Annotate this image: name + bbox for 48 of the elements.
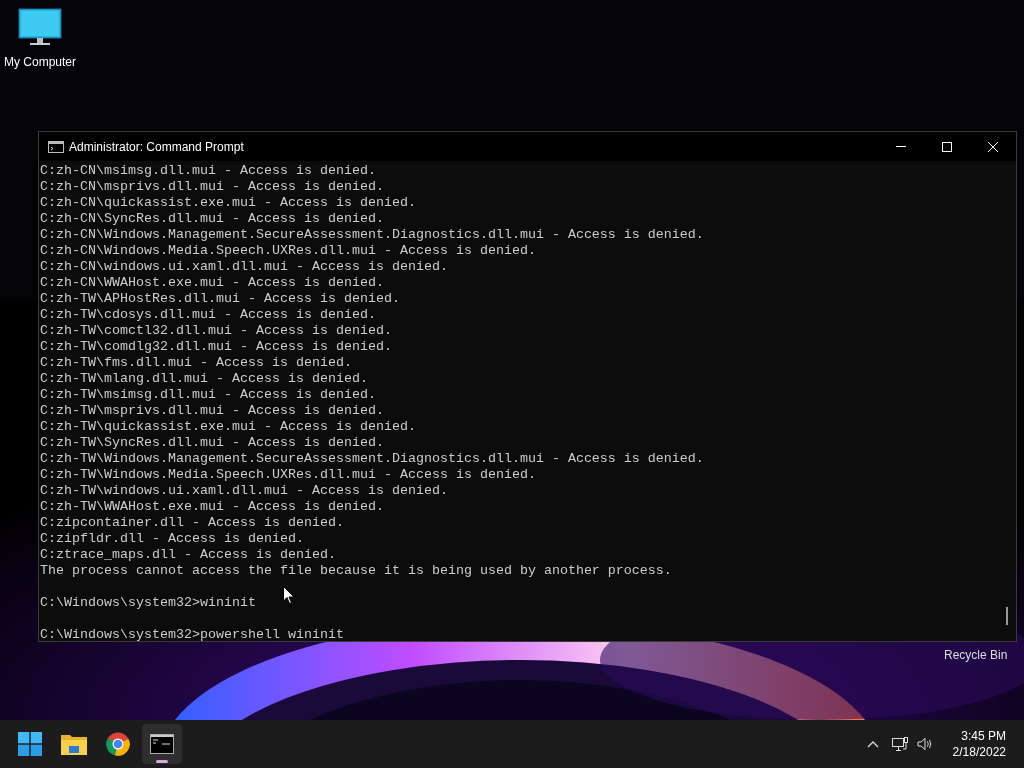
console-line: C:zh-TW\quickassist.exe.mui - Access is denied. — [40, 419, 416, 435]
console-line: C:zh-CN\SyncRes.dll.mui - Access is denied. — [40, 211, 384, 227]
scrollbar-thumb[interactable] — [1006, 607, 1008, 625]
taskbar-app-button[interactable] — [142, 724, 182, 764]
network-icon[interactable] — [891, 736, 909, 752]
console-line: C:zh-CN\msprivs.dll.mui - Access is denied. — [40, 179, 384, 195]
console-line: C:zh-TW\mlang.dll.mui - Access is denied. — [40, 371, 368, 387]
console-line: C:zh-TW\SyncRes.dll.mui - Access is denied. — [40, 435, 384, 451]
console-line: C:zh-TW\windows.ui.xaml.dll.mui - Access is denied. — [40, 483, 448, 499]
speaker-icon[interactable] — [916, 737, 934, 751]
console-line: C:zh-TW\cdosys.dll.mui - Access is denied. — [40, 307, 376, 323]
console-line: C:zh-CN\windows.ui.xaml.dll.mui - Access is denied. — [40, 259, 448, 275]
console-line: C:zh-CN\quickassist.exe.mui - Access is denied. — [40, 195, 416, 211]
desktop-icon-label[interactable]: Recycle Bin — [944, 646, 1008, 664]
minimize-icon — [896, 146, 906, 147]
chevron-up-icon[interactable] — [866, 740, 879, 748]
console-line: C:zh-CN\Windows.Media.Speech.UXRes.dll.mui - Access is denied. — [40, 243, 536, 259]
console-line: C:zh-TW\Windows.Media.Speech.UXRes.dll.mui - Access is denied. — [40, 467, 536, 483]
console-icon — [48, 140, 64, 153]
console-line: C:\Windows\system32>powershell wininit — [40, 627, 344, 641]
maximize-icon — [942, 141, 952, 152]
console-line: C:zh-TW\WWAHost.exe.mui - Access is denied. — [40, 499, 384, 515]
close-icon — [988, 141, 998, 152]
desktop-icon-label[interactable]: My Computer — [4, 53, 76, 71]
console-line: C:zh-CN\WWAHost.exe.mui - Access is denied. — [40, 275, 384, 291]
windows-logo-icon — [18, 732, 42, 756]
console-line: C:zh-TW\comdlg32.dll.mui - Access is denied. — [40, 339, 392, 355]
terminal-icon — [150, 734, 174, 754]
console-line: C:zh-TW\msprivs.dll.mui - Access is denied. — [40, 403, 384, 419]
console-line: C:zipfldr.dll - Access is denied. — [40, 531, 304, 547]
console-line: C:zh-TW\comctl32.dll.mui - Access is denied. — [40, 323, 392, 339]
console-line: C:zh-CN\Windows.Management.SecureAssessment.Diagnostics.dll.mui - Access is denied. — [40, 227, 704, 243]
console-line: C:zh-TW\APHostRes.dll.mui - Access is denied. — [40, 291, 400, 307]
console-line: C:\Windows\system32>wininit — [40, 595, 256, 611]
monitor-icon[interactable] — [18, 8, 62, 48]
mouse-cursor-icon — [283, 586, 295, 605]
console-line: The process cannot access the file because it is being used by another process. — [40, 563, 672, 579]
console-line: C:zipcontainer.dll - Access is denied. — [40, 515, 344, 531]
console-line: C:zh-TW\fms.dll.mui - Access is denied. — [40, 355, 352, 371]
console-line: C:zh-TW\Windows.Management.SecureAssessment.Diagnostics.dll.mui - Access is denied. — [40, 451, 704, 467]
window-title: Administrator: Command Prompt — [69, 138, 244, 156]
console-line: C:zh-TW\msimsg.dll.mui - Access is denied. — [40, 387, 376, 403]
browser-icon — [106, 732, 130, 756]
console-line: C:zh-CN\msimsg.dll.mui - Access is denied. — [40, 163, 376, 179]
clock-date[interactable]: 2/18/2022 — [952, 744, 1006, 760]
clock-time[interactable]: 3:45 PM — [961, 728, 1006, 744]
folder-icon — [61, 733, 87, 755]
console-line: C:ztrace_maps.dll - Access is denied. — [40, 547, 336, 563]
